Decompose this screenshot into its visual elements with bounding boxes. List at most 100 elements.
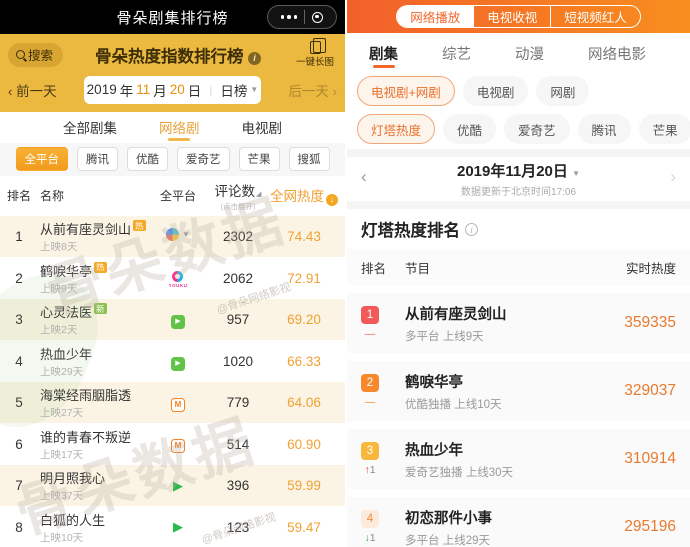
col-comments[interactable]: 评论数◢ (点击展开) [207,180,269,212]
caret-down-icon: ▼ [182,229,190,239]
col-heat[interactable]: 全网热度 ↓ [269,185,345,207]
show-meta: 优酷独播 上线10天 [405,398,502,411]
col-rank: 排名 [361,261,387,276]
drama-title: 白狐的人生 [40,512,106,528]
chevron-right-icon: › [332,83,337,99]
table-row[interactable]: 5 海棠经雨胭脂透 上映27天 M 779 64.06 [0,381,345,424]
chip-tv-plus-web[interactable]: 电视剧+网剧 [357,76,455,106]
long-image-button[interactable]: 一键长图 [293,38,337,69]
drama-title: 热血少年 [40,346,93,362]
table-row[interactable]: 3 心灵法医新 上映2天 ▶ 957 69.20 [0,298,345,341]
list-item[interactable]: 2 — 鹤唳华亭 优酷独播 上线10天 329037 [347,361,690,421]
date-month: 11 [136,82,151,98]
tab-short-video[interactable]: 短视频红人 [551,6,640,27]
rank-number: 2 [15,270,23,286]
chip-lighthouse-heat[interactable]: 灯塔热度 [357,114,436,144]
drama-title: 谁的青春不叛逆 [40,429,132,445]
date-picker[interactable]: 2019 年 11 月 20 日 | 日榜 ▼ [84,75,261,104]
heat-value: 329037 [624,382,676,399]
sort-desc-icon: ↓ [326,194,338,207]
table-row[interactable]: 8 白狐的人生 上映10天 ▶ 123 59.47 [0,506,345,547]
app-title: 骨朵剧集排行榜 [116,9,229,27]
heat-score: 74.43 [287,229,321,245]
mgtv-icon: M [171,439,185,454]
tencent-video-icon: ▶ [173,477,183,493]
heat-value: 359335 [624,314,676,331]
heat-score: 64.06 [287,395,321,411]
close-minimize-icon[interactable] [312,11,324,23]
date-selector[interactable]: 2019年11月20日 ▼ [457,160,580,181]
type-filter-row: 电视剧+网剧 电视剧 网剧 [347,73,690,111]
rank-number: 6 [15,436,23,452]
page-title: 骨朵热度指数排行榜 i [63,43,293,67]
chevron-left-icon[interactable]: ‹ [361,167,367,187]
chip-iqiyi[interactable]: 爱奇艺 [504,114,570,144]
info-icon[interactable]: i [248,51,262,65]
content-tabs: 剧集 综艺 动漫 网络电影 [347,33,690,73]
heat-value: 310914 [624,450,676,467]
tab-web-movies[interactable]: 网络电影 [588,33,646,73]
release-days: 上映37天 [40,490,84,503]
ranking-mode[interactable]: 日榜 [220,80,247,100]
chip-tv-drama[interactable]: 电视剧 [462,76,529,106]
chip-mango[interactable]: 芒果 [238,147,280,172]
chip-tencent[interactable]: 腾讯 [577,114,631,144]
date-navigator: ‹ 2019年11月20日 ▼ 数据更新于北京时间17:06 › [347,157,690,201]
tab-animation[interactable]: 动漫 [515,33,544,73]
platform-cell: ▶ [149,518,207,536]
chip-youku[interactable]: 优酷 [443,114,497,144]
search-label: 搜索 [28,49,54,64]
chevron-right-icon[interactable]: › [670,167,676,187]
hot-badge: 热 [133,220,146,232]
rank-change-up: ↑1 [364,464,376,476]
date-year: 2019 [86,82,117,98]
table-row[interactable]: 6 谁的青春不叛逆 上映17天 M 514 60.90 [0,423,345,465]
chip-all-platforms[interactable]: 全平台 [15,147,68,172]
next-day-button[interactable]: 后一天 › [267,80,337,100]
chip-sohu[interactable]: 搜狐 [288,147,330,172]
show-title: 鹤唳华亭 [405,374,463,391]
tab-web-dramas[interactable]: 网络剧 [159,112,200,143]
platform-dropdown[interactable]: ▼ [149,227,207,246]
table-row[interactable]: 2 鹤唳华亭热 上映9天 YOUKU 2062 72.91 [0,257,345,299]
chip-mango[interactable]: 芒果 [638,114,690,144]
more-menu-icon[interactable] [280,15,298,19]
list-item[interactable]: 1 — 从前有座灵剑山 多平台 上线9天 359335 [347,293,690,353]
rank-change-same: — [364,396,376,408]
list-item[interactable]: 4 ↓1 初恋那件小事 多平台 上线29天 295196 [347,497,690,547]
tab-network-play[interactable]: 网络播放 [397,6,475,27]
chip-web-drama[interactable]: 网剧 [536,76,590,106]
heat-score: 66.33 [287,353,321,369]
rank-badge: 4 [361,510,379,528]
heat-score: 60.90 [287,436,321,452]
tab-tv-ratings[interactable]: 电视收视 [474,6,552,27]
drama-title: 鹤唳华亭 [40,263,93,279]
list-item[interactable]: 3 ↑1 热血少年 爱奇艺独播 上线30天 310914 [347,429,690,489]
chip-youku[interactable]: 优酷 [127,147,168,172]
tab-all-dramas[interactable]: 全部剧集 [63,112,117,143]
tencent-video-icon: ▶ [173,519,183,535]
col-rank: 排名 [6,189,31,204]
list-header: 排名 节目 实时热度 [347,249,690,285]
wechat-capsule[interactable] [267,5,337,29]
tab-dramas[interactable]: 剧集 [369,33,398,73]
miniprogram-titlebar: 骨朵剧集排行榜 [0,0,345,34]
prev-day-button[interactable]: ‹ 前一天 [8,80,78,100]
source-filter-row: 灯塔热度 优酷 爱奇艺 腾讯 芒果 搜狐 [347,111,690,149]
table-row[interactable]: 7 明月照我心 上映37天 ▶ 396 59.99 [0,464,345,507]
search-button[interactable]: 搜索 [8,42,64,67]
table-row[interactable]: 4 热血少年 上映29天 ▶ 1020 66.33 [0,340,345,382]
table-row[interactable]: 1 从前有座灵剑山热 上映8天 ▼ 2302 74.43 [0,215,345,258]
info-icon[interactable]: i [465,222,478,236]
comment-count: 2062 [222,270,254,286]
tab-variety[interactable]: 综艺 [442,33,471,73]
category-tabs: 全部剧集 网络剧 电视剧 [0,111,345,143]
section-divider [347,149,690,157]
tab-tv-dramas[interactable]: 电视剧 [242,112,283,143]
chip-iqiyi[interactable]: 爱奇艺 [177,147,230,172]
show-title: 初恋那件小事 [405,510,492,527]
drama-title: 海棠经雨胭脂透 [40,388,132,404]
chip-tencent[interactable]: 腾讯 [77,147,118,172]
rank-number: 7 [15,478,23,494]
capsule-divider [304,10,306,24]
